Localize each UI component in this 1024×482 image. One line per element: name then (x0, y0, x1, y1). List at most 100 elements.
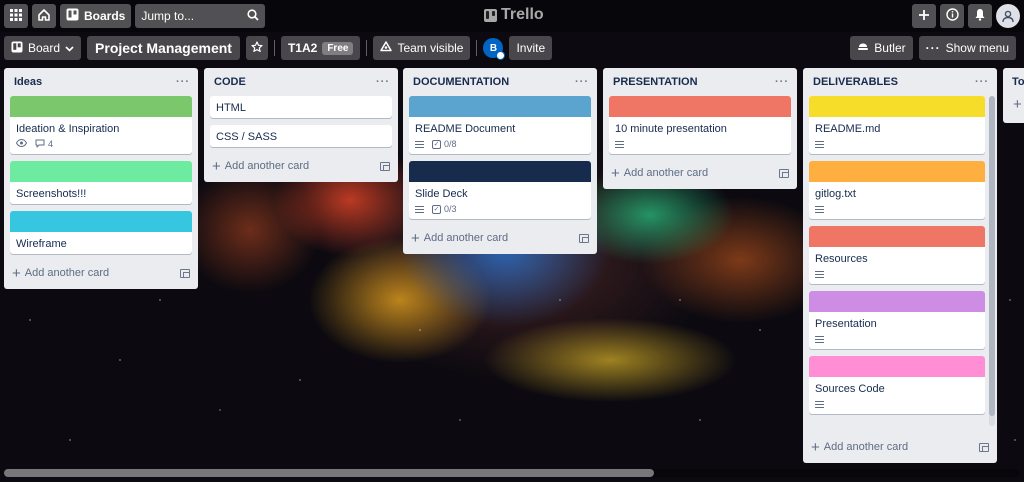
visibility-label: Team visible (397, 41, 464, 55)
search-icon (247, 8, 259, 24)
show-menu-label: Show menu (945, 41, 1009, 55)
bell-icon (974, 8, 986, 24)
card[interactable]: Screenshots!!! (10, 161, 192, 204)
card[interactable]: Slide Deck ✓ 0/3 (409, 161, 591, 219)
divider (476, 40, 478, 56)
add-card-button[interactable]: + Add another card (204, 154, 398, 178)
list-title[interactable]: Ideas (14, 76, 42, 88)
jump-to-search[interactable]: Jump to... (135, 4, 266, 28)
add-card-label: Add another card (423, 232, 509, 244)
view-switcher[interactable]: Board (4, 36, 82, 60)
card-title: Wireframe (16, 238, 67, 250)
home-button[interactable] (32, 4, 56, 28)
list-title[interactable]: DELIVERABLES (813, 76, 898, 88)
card[interactable]: Resources (809, 226, 985, 284)
card[interactable]: 10 minute presentation (609, 96, 791, 154)
list-menu-icon[interactable]: ··· (176, 76, 190, 88)
board-scrollbar-thumb[interactable] (4, 469, 654, 477)
add-card-label: Add another card (823, 441, 909, 453)
view-label: Board (28, 41, 61, 55)
invite-button[interactable]: Invite (509, 36, 553, 60)
plus-icon (918, 9, 930, 24)
list-scrollbar[interactable] (989, 96, 995, 426)
description-icon (815, 335, 824, 343)
description-icon (615, 140, 624, 148)
card-template-icon[interactable] (579, 233, 589, 243)
list-menu-icon[interactable]: ··· (775, 76, 789, 88)
user-avatar-icon[interactable] (996, 4, 1020, 28)
home-icon (37, 8, 51, 25)
top-header: Boards Jump to... Trello (0, 0, 1024, 32)
star-button[interactable] (245, 36, 268, 60)
card[interactable]: CSS / SASS (210, 125, 392, 147)
card[interactable]: Ideation & Inspiration 4 (10, 96, 192, 154)
card-cover (809, 291, 985, 312)
boards-button[interactable]: Boards (60, 4, 132, 28)
card-title: Screenshots!!! (16, 188, 87, 200)
card-cover (809, 356, 985, 377)
card-title: README Document (415, 123, 516, 135)
butler-button[interactable]: Butler (850, 36, 913, 60)
info-button[interactable] (940, 4, 964, 28)
card-title: HTML (216, 102, 246, 114)
member-avatar[interactable]: B (483, 38, 506, 60)
plan-badge: Free (322, 41, 354, 55)
list-title[interactable]: CODE (214, 76, 246, 88)
comment-icon (35, 139, 45, 150)
list-title[interactable]: PRESENTATION (613, 76, 698, 88)
card-cover (10, 211, 192, 232)
add-card-button[interactable]: + Add another card (803, 435, 997, 459)
list-header: DELIVERABLES ··· (803, 68, 997, 96)
list-menu-icon[interactable]: ··· (975, 76, 989, 88)
info-icon (945, 8, 959, 24)
plus-icon: + (611, 164, 620, 182)
trello-logo[interactable]: Trello (484, 6, 544, 24)
eye-icon (15, 138, 28, 149)
list-header: CODE ··· (204, 68, 398, 96)
list-title[interactable]: DOCUMENTATION (413, 76, 509, 88)
add-card-button[interactable]: + Add another card (603, 161, 797, 185)
workspace-button[interactable]: T1A2 Free (280, 36, 361, 60)
visibility-button[interactable]: Team visible (373, 36, 471, 60)
create-button[interactable] (912, 4, 936, 28)
board-header: Board Project Management T1A2 Free Team … (0, 36, 1024, 60)
board-title[interactable]: Project Management (87, 36, 240, 60)
list-menu-icon[interactable]: ··· (376, 76, 390, 88)
apps-button[interactable] (4, 4, 28, 28)
list-scrollbar-thumb[interactable] (989, 96, 995, 416)
add-card-button[interactable]: + Add another card (403, 226, 597, 250)
board-scrollbar[interactable] (4, 469, 1020, 477)
card[interactable]: Wireframe (10, 211, 192, 254)
card-cover (409, 161, 591, 182)
plus-icon: + (811, 438, 820, 456)
card-template-icon[interactable] (979, 442, 989, 452)
card-title: README.md (815, 123, 881, 135)
description-icon (815, 400, 824, 408)
card[interactable]: HTML (210, 96, 392, 118)
add-card-button[interactable]: + Add another card (4, 261, 198, 285)
checklist-count: 0/8 (444, 139, 457, 149)
team-icon (380, 41, 393, 55)
card[interactable]: gitlog.txt (809, 161, 985, 219)
list-menu-icon[interactable]: ··· (575, 76, 589, 88)
list-title[interactable]: To (1012, 76, 1024, 88)
card-template-icon[interactable] (180, 268, 190, 278)
plus-icon[interactable]: + (1003, 96, 1024, 113)
boards-icon (66, 8, 79, 24)
description-icon (815, 205, 824, 213)
show-menu-button[interactable]: ··· Show menu (918, 36, 1016, 60)
checklist-icon: ✓ (432, 139, 441, 149)
divider (366, 40, 368, 56)
card-badges (609, 139, 791, 154)
comment-badge: 4 (35, 139, 53, 150)
card[interactable]: Sources Code (809, 356, 985, 414)
card-template-icon[interactable] (380, 161, 390, 171)
description-icon (815, 140, 824, 148)
workspace-name: T1A2 (287, 41, 318, 55)
card[interactable]: README Document ✓ 0/8 (409, 96, 591, 154)
card[interactable]: Presentation (809, 291, 985, 349)
add-card-label: Add another card (623, 167, 709, 179)
card-template-icon[interactable] (779, 168, 789, 178)
card[interactable]: README.md (809, 96, 985, 154)
notifications-button[interactable] (968, 4, 992, 28)
